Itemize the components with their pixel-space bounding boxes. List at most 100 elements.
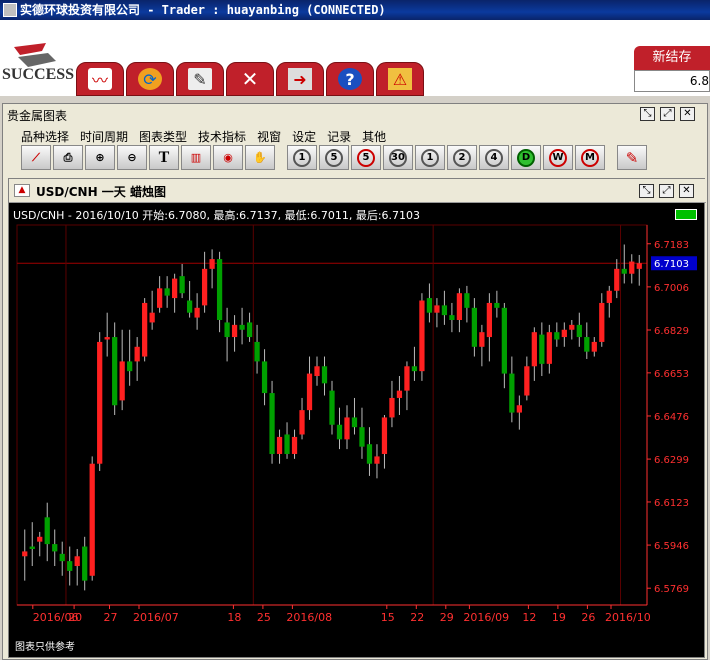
period-day-button[interactable]: D — [511, 145, 541, 170]
period-30m-button[interactable]: 30 — [383, 145, 413, 170]
tools-button[interactable]: ✕ — [226, 62, 274, 96]
x-tick-label: 26 — [581, 611, 595, 624]
x-tick-label: 27 — [104, 611, 118, 624]
period-30m-label: 30 — [389, 148, 407, 167]
pencil-icon: ✎ — [625, 148, 639, 167]
candle-body — [636, 263, 642, 269]
menu-period[interactable]: 时间周期 — [80, 128, 128, 145]
candle-body — [629, 261, 635, 274]
candle-body — [366, 444, 373, 464]
zoom-in-button[interactable]: ⊕ — [85, 145, 115, 170]
candlestick-chart[interactable]: 6.7183 6.7006 6.6829 6.6653 6.6476 6.6299 6.61… — [9, 179, 706, 657]
period-1h-button[interactable]: 1 — [415, 145, 445, 170]
candle-body — [239, 324, 245, 330]
y-tick-label: 6.6476 — [654, 412, 689, 423]
period-4h-button[interactable]: 4 — [479, 145, 509, 170]
candle-body — [344, 417, 350, 440]
candle-body — [261, 361, 268, 394]
candle-body — [471, 307, 478, 347]
zoom-out-button[interactable]: ⊖ — [117, 145, 147, 170]
menu-chart-type[interactable]: 图表类型 — [139, 128, 187, 145]
menu-bar: 品种选择 时间周期 图表类型 技术指标 视窗 设定 设定 记录 其他 — [21, 128, 386, 145]
candle-body — [314, 366, 320, 377]
candle-body — [157, 288, 163, 308]
window-titlebar: 实德环球投资有限公司 - Trader : huayanbing (CONNEC… — [0, 0, 710, 20]
hand-button[interactable]: ✋ — [245, 145, 275, 170]
candle-body — [89, 463, 95, 576]
chart-button[interactable]: 〰 — [76, 62, 124, 96]
candle-body — [584, 337, 590, 352]
settle-value: 6.8 — [634, 70, 710, 92]
close-icon[interactable]: ✕ — [680, 107, 695, 121]
zoom-out-icon: ⊖ — [127, 151, 137, 164]
menu-other[interactable]: 其他 — [362, 128, 386, 145]
period-1m-button[interactable]: 1 — [287, 145, 317, 170]
eye-button[interactable]: ◉ — [213, 145, 243, 170]
connection-indicator — [675, 209, 697, 220]
candle-body — [381, 417, 388, 454]
candle-body — [201, 268, 208, 306]
candle-body — [419, 300, 425, 372]
x-tick-label: 25 — [257, 611, 271, 624]
x-tick-label: 19 — [552, 611, 566, 624]
candle-body — [509, 373, 515, 413]
x-tick-label: 22 — [410, 611, 424, 624]
restore-icon[interactable]: ⤡ — [640, 107, 655, 121]
period-week-label: W — [549, 148, 567, 167]
period-month-button[interactable]: M — [575, 145, 605, 170]
toolbar-gap-2 — [607, 145, 615, 171]
pencil-button[interactable]: ✎ — [617, 145, 647, 170]
refresh-button[interactable]: ⟳ — [126, 62, 174, 96]
alert-icon: ⚠ — [388, 68, 412, 90]
candle-body — [269, 393, 275, 454]
candle-body — [74, 556, 80, 567]
line-chart-button[interactable]: ⟋ — [21, 145, 51, 170]
y-tick-label: 6.7006 — [654, 283, 689, 294]
candle-body — [306, 373, 313, 411]
candle-body — [291, 436, 298, 454]
candle-body — [246, 322, 253, 338]
period-5m-button[interactable]: 5 — [319, 145, 349, 170]
candle-body — [179, 276, 185, 294]
candle-body — [112, 337, 118, 406]
candle-body — [561, 329, 567, 338]
alert-button[interactable]: ⚠ — [376, 62, 424, 96]
period-15m-button[interactable]: 5 — [351, 145, 381, 170]
help-button[interactable]: ? — [326, 62, 374, 96]
candle-body — [104, 337, 110, 340]
candle-body — [524, 366, 530, 396]
candle-body — [351, 417, 358, 428]
candle-body — [411, 366, 418, 372]
menu-symbol[interactable]: 品种选择 — [21, 128, 69, 145]
period-2h-button[interactable]: 2 — [447, 145, 477, 170]
x-tick-label: 2016/08 — [286, 611, 332, 624]
exit-button[interactable]: ➜ — [276, 62, 324, 96]
menu-log[interactable]: 记录 — [327, 128, 351, 145]
period-day-label: D — [517, 148, 535, 167]
zoom-in-icon: ⊕ — [95, 151, 105, 164]
candle-body — [486, 302, 492, 338]
app-icon — [3, 3, 17, 17]
x-tick-label: 20 — [68, 611, 82, 624]
maximize-icon[interactable]: ⤢ — [660, 107, 675, 121]
candle-body — [209, 259, 215, 269]
y-tick-label: 6.5946 — [654, 541, 689, 552]
print-button[interactable]: ⎙ — [53, 145, 83, 170]
menu-view[interactable]: 视窗 — [257, 128, 281, 145]
menu-indicators[interactable]: 技术指标 — [198, 128, 246, 145]
y-tick-label: 6.6829 — [654, 326, 689, 337]
print-icon: ⎙ — [63, 150, 73, 164]
delete-button[interactable]: ▥ — [181, 145, 211, 170]
period-week-button[interactable]: W — [543, 145, 573, 170]
last-price-label: 6.7103 — [654, 259, 689, 270]
line-chart-icon: ⟋ — [32, 150, 40, 164]
text-button[interactable]: T — [149, 145, 179, 170]
candle-body — [456, 293, 463, 320]
candle-body — [449, 315, 455, 320]
y-tick-label: 6.6123 — [654, 498, 689, 509]
order-button[interactable]: ✎ — [176, 62, 224, 96]
y-tick-label: 6.6299 — [654, 455, 689, 466]
candle-body — [276, 436, 283, 454]
menu-settings[interactable]: 设定 — [292, 128, 316, 145]
candle-body — [329, 390, 335, 425]
